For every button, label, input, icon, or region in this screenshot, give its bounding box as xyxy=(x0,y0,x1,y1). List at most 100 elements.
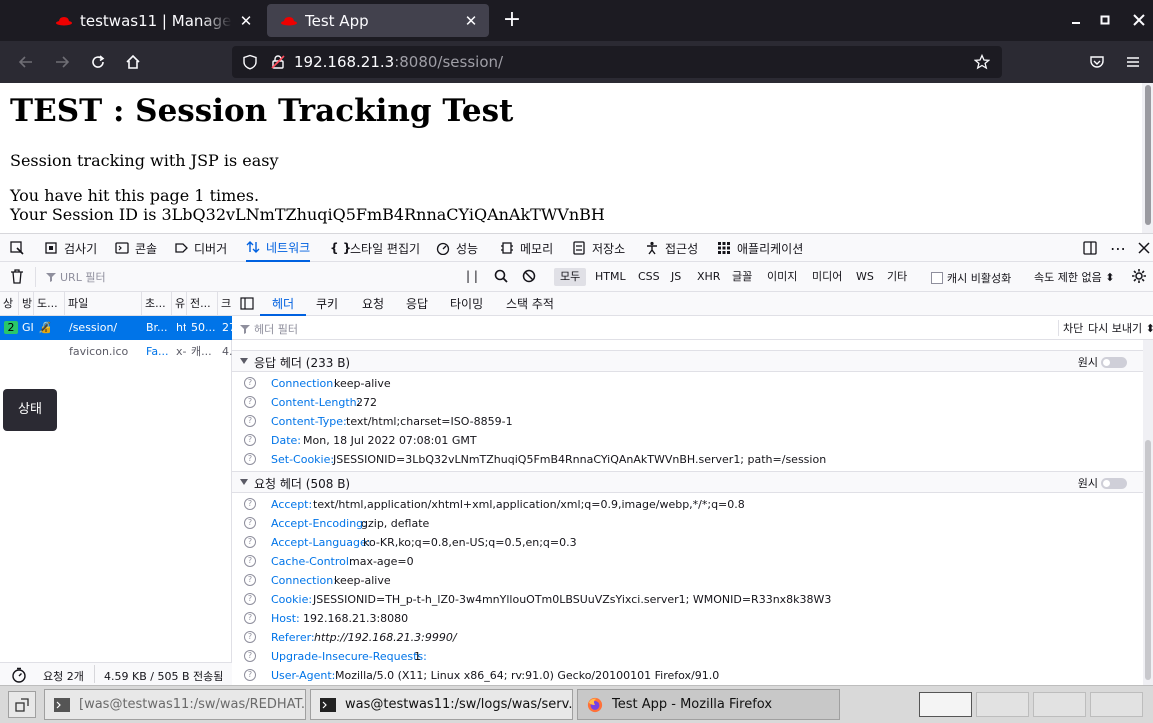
tab-stack-trace[interactable]: 스택 추적 xyxy=(506,292,554,316)
help-icon[interactable]: ? xyxy=(244,453,256,465)
help-icon[interactable]: ? xyxy=(244,498,256,510)
help-icon[interactable]: ? xyxy=(244,631,256,643)
network-settings-button[interactable] xyxy=(1131,268,1147,284)
close-tab-icon[interactable]: ✕ xyxy=(463,12,479,30)
help-icon[interactable]: ? xyxy=(244,669,256,681)
home-button[interactable] xyxy=(120,50,146,74)
raw-toggle[interactable] xyxy=(1101,357,1127,368)
col-status[interactable]: 상 xyxy=(0,292,19,316)
pocket-button[interactable] xyxy=(1084,50,1110,74)
col-file[interactable]: 파일 xyxy=(65,292,142,316)
tab-test-app[interactable]: Test App ✕ xyxy=(267,4,489,37)
url-filter-input[interactable]: URL 필터 xyxy=(35,267,455,287)
workspace-1[interactable] xyxy=(919,692,972,717)
tool-performance[interactable]: 성능 xyxy=(436,234,478,262)
tool-memory[interactable]: 메모리 xyxy=(500,234,553,262)
maximize-button[interactable] xyxy=(1094,10,1116,30)
tab-request[interactable]: 요청 xyxy=(362,292,384,316)
element-picker-button[interactable] xyxy=(10,234,30,262)
search-button[interactable] xyxy=(494,269,508,283)
lock-insecure-icon[interactable] xyxy=(270,54,286,70)
filter-css[interactable]: CSS xyxy=(632,268,666,286)
help-icon[interactable]: ? xyxy=(244,536,256,548)
close-devtools-button[interactable] xyxy=(1137,234,1153,262)
help-icon[interactable]: ? xyxy=(244,377,256,389)
stopwatch-icon[interactable] xyxy=(11,667,27,683)
filter-media[interactable]: 미디어 xyxy=(806,268,848,286)
forward-button[interactable] xyxy=(49,50,75,74)
workspace-3[interactable] xyxy=(1033,692,1086,717)
filter-images[interactable]: 이미지 xyxy=(761,268,803,286)
dock-toggle-button[interactable] xyxy=(1083,234,1103,262)
col-transferred[interactable]: 전... xyxy=(187,292,218,316)
help-icon[interactable]: ? xyxy=(244,434,256,446)
back-button[interactable] xyxy=(13,50,39,74)
show-desktop-button[interactable] xyxy=(8,691,36,718)
col-initiator[interactable]: 초... xyxy=(142,292,172,316)
help-icon[interactable]: ? xyxy=(244,396,256,408)
close-tab-icon[interactable]: ✕ xyxy=(238,12,254,30)
close-window-button[interactable] xyxy=(1128,10,1150,30)
tool-debugger[interactable]: 디버거 xyxy=(174,234,227,262)
help-icon[interactable]: ? xyxy=(244,593,256,605)
workspace-2[interactable] xyxy=(976,692,1029,717)
col-size[interactable]: 크 xyxy=(218,292,232,316)
help-icon[interactable]: ? xyxy=(244,517,256,529)
taskbar-terminal-2[interactable]: was@testwas11:/sw/logs/was/serv... xyxy=(310,689,573,720)
help-icon[interactable]: ? xyxy=(244,650,256,662)
help-icon[interactable]: ? xyxy=(244,555,256,567)
tool-console[interactable]: 콘솔 xyxy=(115,234,157,262)
col-method[interactable]: 방 xyxy=(19,292,34,316)
resend-button[interactable]: 다시 보내기 ⬍ xyxy=(1088,320,1153,336)
throttle-select[interactable]: 속도 제한 없음 ⬍ xyxy=(1034,269,1114,285)
star-icon[interactable] xyxy=(974,54,990,70)
tab-cookies[interactable]: 쿠키 xyxy=(316,292,338,316)
header-filter-input[interactable]: 헤더 필터 xyxy=(240,321,1040,337)
help-icon[interactable]: ? xyxy=(244,574,256,586)
tool-accessibility[interactable]: 접근성 xyxy=(645,234,698,262)
tool-inspector[interactable]: 검사기 xyxy=(44,234,97,262)
taskbar-terminal-1[interactable]: [was@testwas11:/sw/was/REDHAT... xyxy=(44,689,306,720)
request-row[interactable]: favicon.ico Fa... x- 캐... 4. xyxy=(0,340,232,364)
tool-style-editor[interactable]: { } 스타일 편집기 xyxy=(330,234,420,262)
more-options-button[interactable]: ⋯ xyxy=(1110,234,1126,262)
filter-fonts[interactable]: 글꼴 xyxy=(726,268,758,286)
url-bar[interactable]: 192.168.21.3:8080/session/ xyxy=(232,46,1002,78)
header-value[interactable]: http://192.168.21.3:9990/ xyxy=(314,631,457,644)
app-menu-button[interactable] xyxy=(1120,50,1146,74)
raw-toggle[interactable] xyxy=(1101,478,1127,489)
response-headers-section[interactable]: 응답 헤더 (233 B) 원시 xyxy=(232,350,1143,372)
new-tab-button[interactable]: + xyxy=(500,8,524,32)
clear-button[interactable] xyxy=(10,269,24,284)
filter-html[interactable]: HTML xyxy=(589,268,632,286)
workspace-4[interactable] xyxy=(1090,692,1143,717)
details-scrollbar[interactable] xyxy=(1143,340,1153,686)
disable-cache-checkbox[interactable]: 캐시 비활성화 xyxy=(931,270,1011,286)
filter-other[interactable]: 기타 xyxy=(881,268,913,286)
request-headers-section[interactable]: 요청 헤더 (508 B) 원시 xyxy=(232,471,1143,493)
tool-network[interactable]: 네트워크 xyxy=(246,234,311,262)
filter-js[interactable]: JS xyxy=(665,268,687,286)
reload-button[interactable] xyxy=(85,50,111,74)
tab-timings[interactable]: 타이밍 xyxy=(450,292,483,316)
request-row[interactable]: 2 GI 🔏 /session/ Br... ht 50... 27 xyxy=(0,316,232,340)
filter-all[interactable]: 모두 xyxy=(554,268,587,286)
toggle-sidebar-button[interactable] xyxy=(240,292,254,316)
minimize-button[interactable] xyxy=(1065,10,1087,30)
shield-icon[interactable] xyxy=(242,54,258,70)
block-button[interactable]: 차단 xyxy=(1058,320,1083,336)
tab-headers[interactable]: 헤더 xyxy=(260,292,307,316)
col-domain[interactable]: 도... xyxy=(34,292,65,316)
page-scrollbar[interactable] xyxy=(1142,83,1153,233)
filter-xhr[interactable]: XHR xyxy=(691,268,726,286)
help-icon[interactable]: ? xyxy=(244,612,256,624)
block-urls-button[interactable] xyxy=(522,269,536,283)
filter-ws[interactable]: WS xyxy=(850,268,880,286)
tab-response[interactable]: 응답 xyxy=(406,292,428,316)
tool-storage[interactable]: 저장소 xyxy=(572,234,625,262)
tool-application[interactable]: 애플리케이션 xyxy=(717,234,803,262)
col-type[interactable]: 유 xyxy=(172,292,187,316)
taskbar-firefox[interactable]: Test App - Mozilla Firefox xyxy=(577,689,840,720)
help-icon[interactable]: ? xyxy=(244,415,256,427)
pause-button[interactable]: | | xyxy=(466,269,478,283)
